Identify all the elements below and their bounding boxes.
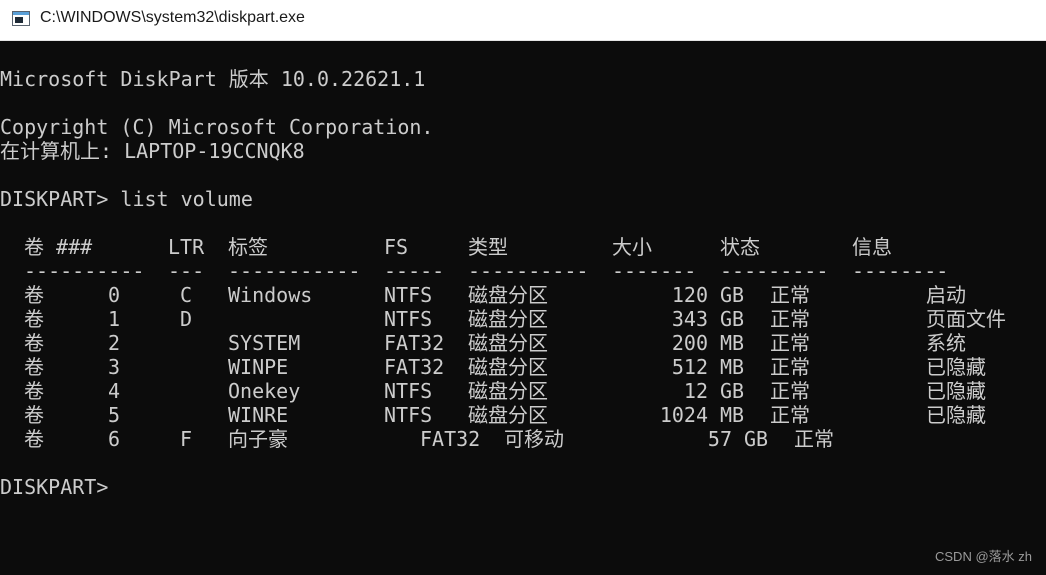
- row-size: 512: [671, 355, 708, 379]
- row-type: 磁盘分区: [468, 283, 548, 307]
- row-status: 正常: [770, 379, 810, 403]
- row-status: 正常: [770, 307, 810, 331]
- row-ltr: D: [180, 307, 193, 331]
- header-label: 标签: [228, 235, 268, 259]
- separator-ltr: ---: [168, 259, 205, 283]
- row-info: 页面文件: [926, 307, 1006, 331]
- row-size: 200: [671, 331, 708, 355]
- row-status: 正常: [770, 403, 810, 427]
- window-title: C:\WINDOWS\system32\diskpart.exe: [40, 9, 305, 26]
- row-volume-number: 4: [108, 379, 121, 403]
- header-volume: 卷 ###: [24, 235, 93, 259]
- row-fs: NTFS: [384, 403, 433, 427]
- row-type: 可移动: [504, 427, 564, 451]
- row-size-unit: GB: [720, 379, 745, 403]
- separator-type: ----------: [468, 259, 589, 283]
- row-size-unit: GB: [720, 283, 745, 307]
- prompt-line: DISKPART>: [0, 475, 109, 499]
- row-volume-word: 卷: [24, 283, 44, 307]
- row-size-unit: MB: [720, 355, 745, 379]
- row-fs: FAT32: [420, 427, 481, 451]
- row-status: 正常: [770, 283, 810, 307]
- row-size: 343: [671, 307, 708, 331]
- row-fs: NTFS: [384, 307, 433, 331]
- console-output[interactable]: Microsoft DiskPart 版本 10.0.22621.1 Copyr…: [0, 41, 1046, 575]
- row-type: 磁盘分区: [468, 403, 548, 427]
- row-type: 磁盘分区: [468, 355, 548, 379]
- header-ltr: LTR: [168, 235, 205, 259]
- row-volume-word: 卷: [24, 379, 44, 403]
- row-size-unit: GB: [744, 427, 769, 451]
- header-info: 信息: [852, 235, 892, 259]
- row-fs: FAT32: [384, 355, 445, 379]
- row-size: 12: [683, 379, 708, 403]
- computer-line: 在计算机上: LAPTOP-19CCNQK8: [0, 139, 305, 163]
- row-type: 磁盘分区: [468, 331, 548, 355]
- row-volume-number: 2: [108, 331, 121, 355]
- csdn-watermark: CSDN @落水 zh: [935, 549, 1032, 564]
- title-bar[interactable]: C:\WINDOWS\system32\diskpart.exe: [0, 0, 1046, 41]
- row-ltr: F: [180, 427, 193, 451]
- console-window-icon: [12, 11, 30, 26]
- row-label: 向子豪: [228, 427, 288, 451]
- row-type: 磁盘分区: [468, 307, 548, 331]
- row-volume-number: 5: [108, 403, 121, 427]
- row-fs: NTFS: [384, 379, 433, 403]
- row-volume-word: 卷: [24, 307, 44, 331]
- row-volume-word: 卷: [24, 427, 44, 451]
- row-size-unit: MB: [720, 331, 745, 355]
- row-status: 正常: [770, 355, 810, 379]
- row-status: 正常: [794, 427, 834, 451]
- row-volume-number: 1: [108, 307, 121, 331]
- command-line: DISKPART> list volume: [0, 187, 253, 211]
- header-type: 类型: [468, 235, 508, 259]
- row-type: 磁盘分区: [468, 379, 548, 403]
- row-status: 正常: [770, 331, 810, 355]
- row-fs: NTFS: [384, 283, 433, 307]
- row-size-unit: MB: [720, 403, 745, 427]
- row-label: SYSTEM: [228, 331, 301, 355]
- row-label: Onekey: [228, 379, 301, 403]
- row-info: 已隐藏: [926, 379, 986, 403]
- row-ltr: C: [180, 283, 193, 307]
- row-info: 已隐藏: [926, 403, 986, 427]
- row-volume-word: 卷: [24, 355, 44, 379]
- row-volume-word: 卷: [24, 331, 44, 355]
- copyright-line: Copyright (C) Microsoft Corporation.: [0, 115, 434, 139]
- row-volume-number: 0: [108, 283, 121, 307]
- separator-info: --------: [852, 259, 949, 283]
- row-label: WINPE: [228, 355, 289, 379]
- separator-status: ---------: [720, 259, 829, 283]
- row-volume-number: 3: [108, 355, 121, 379]
- row-size-unit: GB: [720, 307, 745, 331]
- banner-line: Microsoft DiskPart 版本 10.0.22621.1: [0, 67, 426, 91]
- row-fs: FAT32: [384, 331, 445, 355]
- row-info: 启动: [926, 283, 966, 307]
- row-volume-word: 卷: [24, 403, 44, 427]
- row-size: 120: [671, 283, 708, 307]
- separator-label: -----------: [228, 259, 361, 283]
- row-size: 57: [707, 427, 732, 451]
- separator-fs: -----: [384, 259, 445, 283]
- header-fs: FS: [384, 235, 409, 259]
- row-size: 1024: [659, 403, 708, 427]
- separator-volume: ----------: [24, 259, 145, 283]
- row-label: Windows: [228, 283, 313, 307]
- header-size: 大小: [612, 235, 652, 259]
- header-status: 状态: [720, 235, 760, 259]
- row-info: 已隐藏: [926, 355, 986, 379]
- row-label: WINRE: [228, 403, 289, 427]
- row-info: 系统: [926, 331, 966, 355]
- row-volume-number: 6: [108, 427, 121, 451]
- separator-size: -------: [612, 259, 697, 283]
